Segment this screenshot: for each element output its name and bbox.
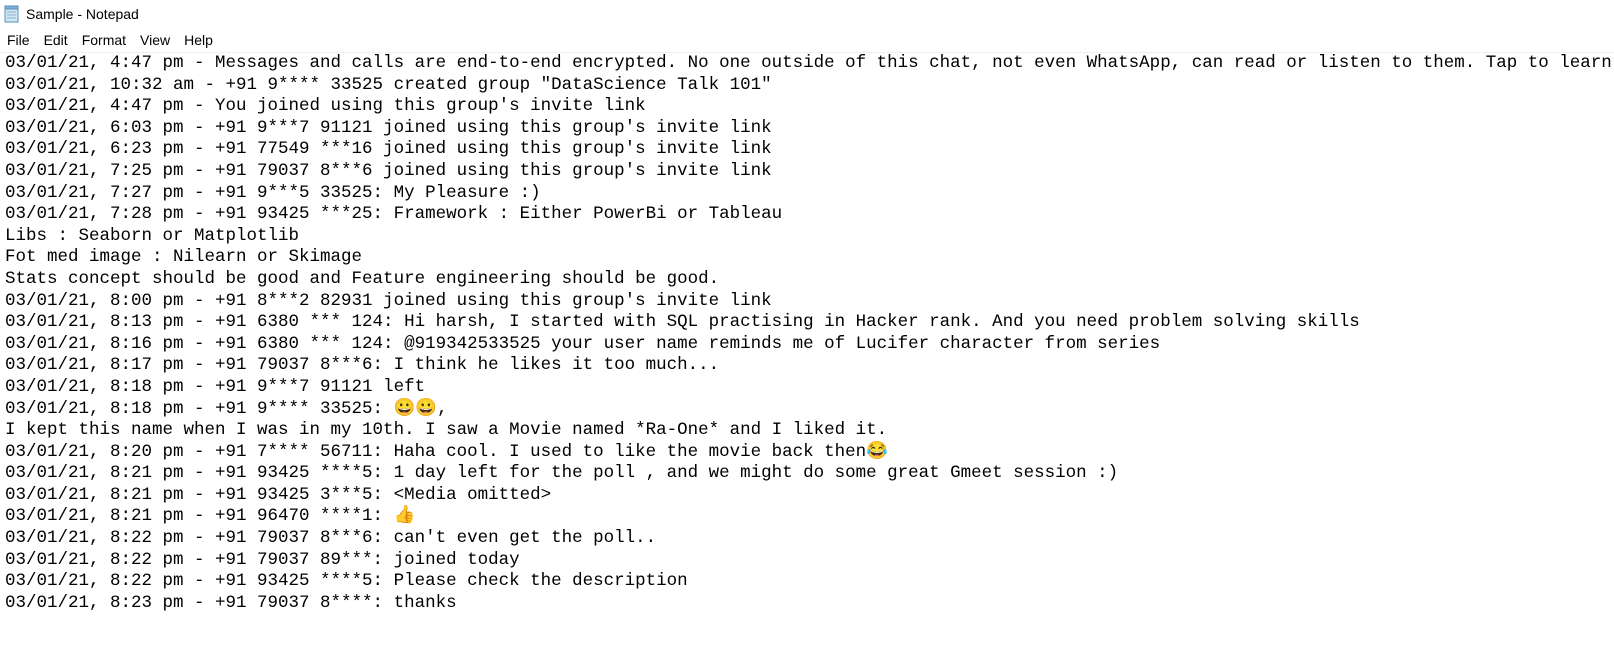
menu-view[interactable]: View — [133, 29, 177, 51]
text-content[interactable]: 03/01/21, 4:47 pm - Messages and calls a… — [5, 53, 1614, 614]
text-line[interactable]: 03/01/21, 8:00 pm - +91 8***2 82931 join… — [5, 291, 1614, 313]
text-line[interactable]: Libs : Seaborn or Matplotlib — [5, 226, 1614, 248]
menu-format[interactable]: Format — [75, 29, 133, 51]
text-line[interactable]: 03/01/21, 8:18 pm - +91 9***7 91121 left — [5, 377, 1614, 399]
text-line[interactable]: 03/01/21, 8:22 pm - +91 93425 ****5: Ple… — [5, 571, 1614, 593]
text-line[interactable]: 03/01/21, 8:21 pm - +91 96470 ****1: 👍 — [5, 506, 1614, 528]
notepad-icon — [4, 5, 20, 23]
text-line[interactable]: 03/01/21, 7:25 pm - +91 79037 8***6 join… — [5, 161, 1614, 183]
title-bar[interactable]: Sample - Notepad — [0, 0, 1614, 28]
text-line[interactable]: Fot med image : Nilearn or Skimage — [5, 247, 1614, 269]
text-line[interactable]: 03/01/21, 4:47 pm - Messages and calls a… — [5, 53, 1614, 75]
menu-help[interactable]: Help — [177, 29, 220, 51]
text-line[interactable]: 03/01/21, 8:22 pm - +91 79037 89***: joi… — [5, 550, 1614, 572]
text-line[interactable]: 03/01/21, 8:17 pm - +91 79037 8***6: I t… — [5, 355, 1614, 377]
text-line[interactable]: 03/01/21, 7:27 pm - +91 9***5 33525: My … — [5, 183, 1614, 205]
text-line[interactable]: 03/01/21, 4:47 pm - You joined using thi… — [5, 96, 1614, 118]
text-line[interactable]: I kept this name when I was in my 10th. … — [5, 420, 1614, 442]
notepad-window: Sample - Notepad File Edit Format View H… — [0, 0, 1614, 667]
text-line[interactable]: Stats concept should be good and Feature… — [5, 269, 1614, 291]
menu-edit[interactable]: Edit — [37, 29, 75, 51]
menu-file[interactable]: File — [0, 29, 37, 51]
text-line[interactable]: 03/01/21, 8:13 pm - +91 6380 *** 124: Hi… — [5, 312, 1614, 334]
text-line[interactable]: 03/01/21, 8:23 pm - +91 79037 8****: tha… — [5, 593, 1614, 615]
text-line[interactable]: 03/01/21, 8:21 pm - +91 93425 3***5: <Me… — [5, 485, 1614, 507]
text-line[interactable]: 03/01/21, 6:23 pm - +91 77549 ***16 join… — [5, 139, 1614, 161]
text-line[interactable]: 03/01/21, 8:20 pm - +91 7**** 56711: Hah… — [5, 442, 1614, 464]
text-line[interactable]: 03/01/21, 6:03 pm - +91 9***7 91121 join… — [5, 118, 1614, 140]
menu-bar: File Edit Format View Help — [0, 28, 1614, 52]
text-line[interactable]: 03/01/21, 8:21 pm - +91 93425 ****5: 1 d… — [5, 463, 1614, 485]
text-line[interactable]: 03/01/21, 10:32 am - +91 9**** 33525 cre… — [5, 75, 1614, 97]
text-line[interactable]: 03/01/21, 8:16 pm - +91 6380 *** 124: @9… — [5, 334, 1614, 356]
text-line[interactable]: 03/01/21, 7:28 pm - +91 93425 ***25: Fra… — [5, 204, 1614, 226]
text-line[interactable]: 03/01/21, 8:22 pm - +91 79037 8***6: can… — [5, 528, 1614, 550]
text-line[interactable]: 03/01/21, 8:18 pm - +91 9**** 33525: 😀😀, — [5, 399, 1614, 421]
text-editor-area[interactable]: 03/01/21, 4:47 pm - Messages and calls a… — [0, 52, 1614, 667]
window-title: Sample - Notepad — [26, 6, 139, 22]
